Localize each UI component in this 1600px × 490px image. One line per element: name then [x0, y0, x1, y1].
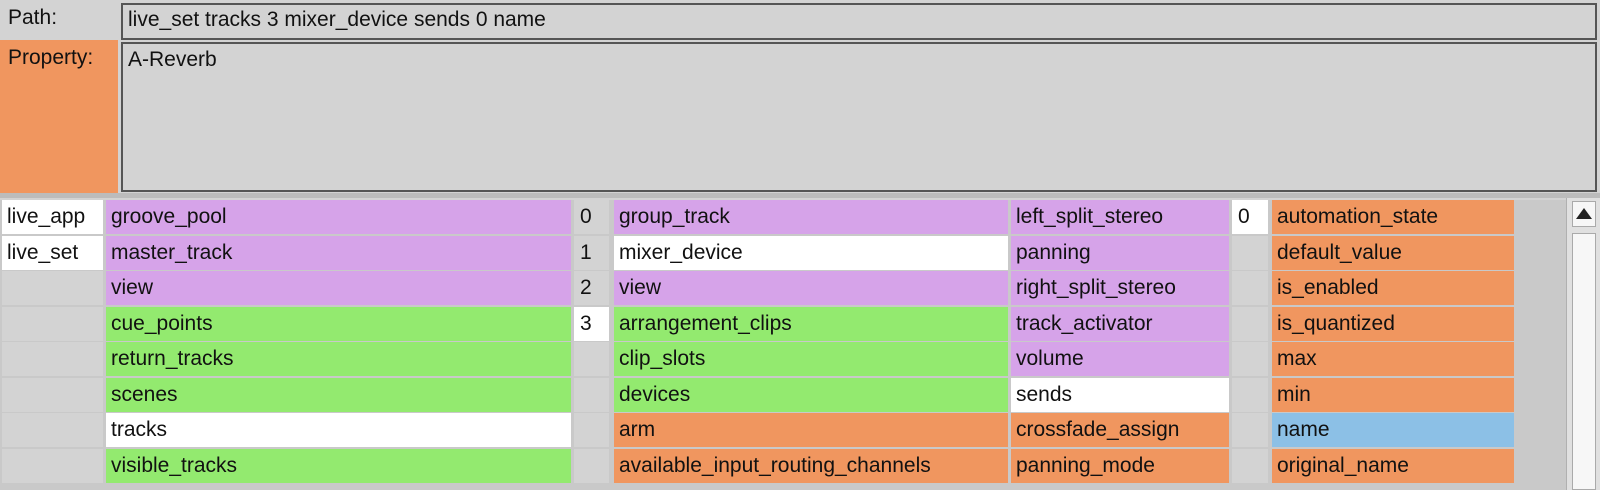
- browser-col7-item[interactable]: is_enabled: [1272, 271, 1514, 305]
- browser-col7-item[interactable]: original_name: [1272, 449, 1514, 483]
- browser-col6-item[interactable]: [1232, 271, 1268, 305]
- property-label: Property:: [0, 40, 118, 193]
- browser-col5-item[interactable]: right_split_stereo: [1011, 271, 1229, 305]
- browser-col3-item[interactable]: 2: [574, 271, 609, 305]
- browser-col7-item[interactable]: max: [1272, 342, 1514, 376]
- browser-col1-item[interactable]: [2, 307, 103, 341]
- browser-col7-item[interactable]: is_quantized: [1272, 307, 1514, 341]
- browser-col5-item[interactable]: crossfade_assign: [1011, 413, 1229, 447]
- browser-col6-item[interactable]: [1232, 342, 1268, 376]
- browser-col4-item[interactable]: view: [614, 271, 1008, 305]
- browser-col6-item[interactable]: 0: [1232, 200, 1268, 234]
- browser-col1-item[interactable]: live_app: [2, 200, 103, 234]
- browser-col2-item[interactable]: groove_pool: [106, 200, 571, 234]
- browser-col4-item[interactable]: arm: [614, 413, 1008, 447]
- header-separator: [0, 193, 1600, 198]
- browser-col5-item[interactable]: sends: [1011, 378, 1229, 412]
- browser-col7-item[interactable]: default_value: [1272, 236, 1514, 270]
- browser-col1-item[interactable]: [2, 413, 103, 447]
- browser-col2-item[interactable]: scenes: [106, 378, 571, 412]
- browser-col2-item[interactable]: master_track: [106, 236, 571, 270]
- browser-col6-item[interactable]: [1232, 236, 1268, 270]
- path-field[interactable]: live_set tracks 3 mixer_device sends 0 n…: [121, 3, 1597, 40]
- vertical-scrollbar[interactable]: [1566, 198, 1600, 490]
- scroll-up-arrow-icon[interactable]: [1572, 201, 1596, 227]
- browser-col1-item[interactable]: [2, 271, 103, 305]
- browser-col1-item[interactable]: live_set: [2, 236, 103, 270]
- browser-col4-item[interactable]: clip_slots: [614, 342, 1008, 376]
- path-label: Path:: [0, 0, 118, 38]
- browser-col6-item[interactable]: [1232, 413, 1268, 447]
- browser-col4-item[interactable]: arrangement_clips: [614, 307, 1008, 341]
- browser-col5-item[interactable]: volume: [1011, 342, 1229, 376]
- scrollbar-thumb[interactable]: [1572, 233, 1596, 490]
- browser-col5-item[interactable]: left_split_stereo: [1011, 200, 1229, 234]
- browser-col1-item[interactable]: [2, 449, 103, 483]
- browser-col7-item[interactable]: min: [1272, 378, 1514, 412]
- browser-col2-item[interactable]: tracks: [106, 413, 571, 447]
- browser-col7-item[interactable]: automation_state: [1272, 200, 1514, 234]
- browser-col1-item[interactable]: [2, 342, 103, 376]
- browser-col7-item[interactable]: name: [1272, 413, 1514, 447]
- browser-col4-item[interactable]: available_input_routing_channels: [614, 449, 1008, 483]
- browser-col4-item[interactable]: mixer_device: [614, 236, 1008, 270]
- browser-col5-item[interactable]: panning: [1011, 236, 1229, 270]
- browser-col3-item[interactable]: 1: [574, 236, 609, 270]
- browser-col3-item[interactable]: 3: [574, 307, 609, 341]
- browser-col5-item[interactable]: track_activator: [1011, 307, 1229, 341]
- browser-col6-item[interactable]: [1232, 378, 1268, 412]
- property-field[interactable]: A-Reverb: [121, 42, 1597, 192]
- browser-col3-item[interactable]: [574, 342, 609, 376]
- browser-col4-item[interactable]: group_track: [614, 200, 1008, 234]
- browser-col2-item[interactable]: view: [106, 271, 571, 305]
- browser-col3-item[interactable]: 0: [574, 200, 609, 234]
- browser-col2-item[interactable]: return_tracks: [106, 342, 571, 376]
- browser-col3-item[interactable]: [574, 449, 609, 483]
- browser-col6-item[interactable]: [1232, 449, 1268, 483]
- object-browser-grid: live_app live_set groove_pool master_track v…: [0, 200, 1566, 490]
- browser-col2-item[interactable]: visible_tracks: [106, 449, 571, 483]
- browser-col3-item[interactable]: [574, 378, 609, 412]
- browser-col5-item[interactable]: panning_mode: [1011, 449, 1229, 483]
- browser-col3-item[interactable]: [574, 413, 609, 447]
- browser-col1-item[interactable]: [2, 378, 103, 412]
- browser-col6-item[interactable]: [1232, 307, 1268, 341]
- browser-col2-item[interactable]: cue_points: [106, 307, 571, 341]
- browser-col4-item[interactable]: devices: [614, 378, 1008, 412]
